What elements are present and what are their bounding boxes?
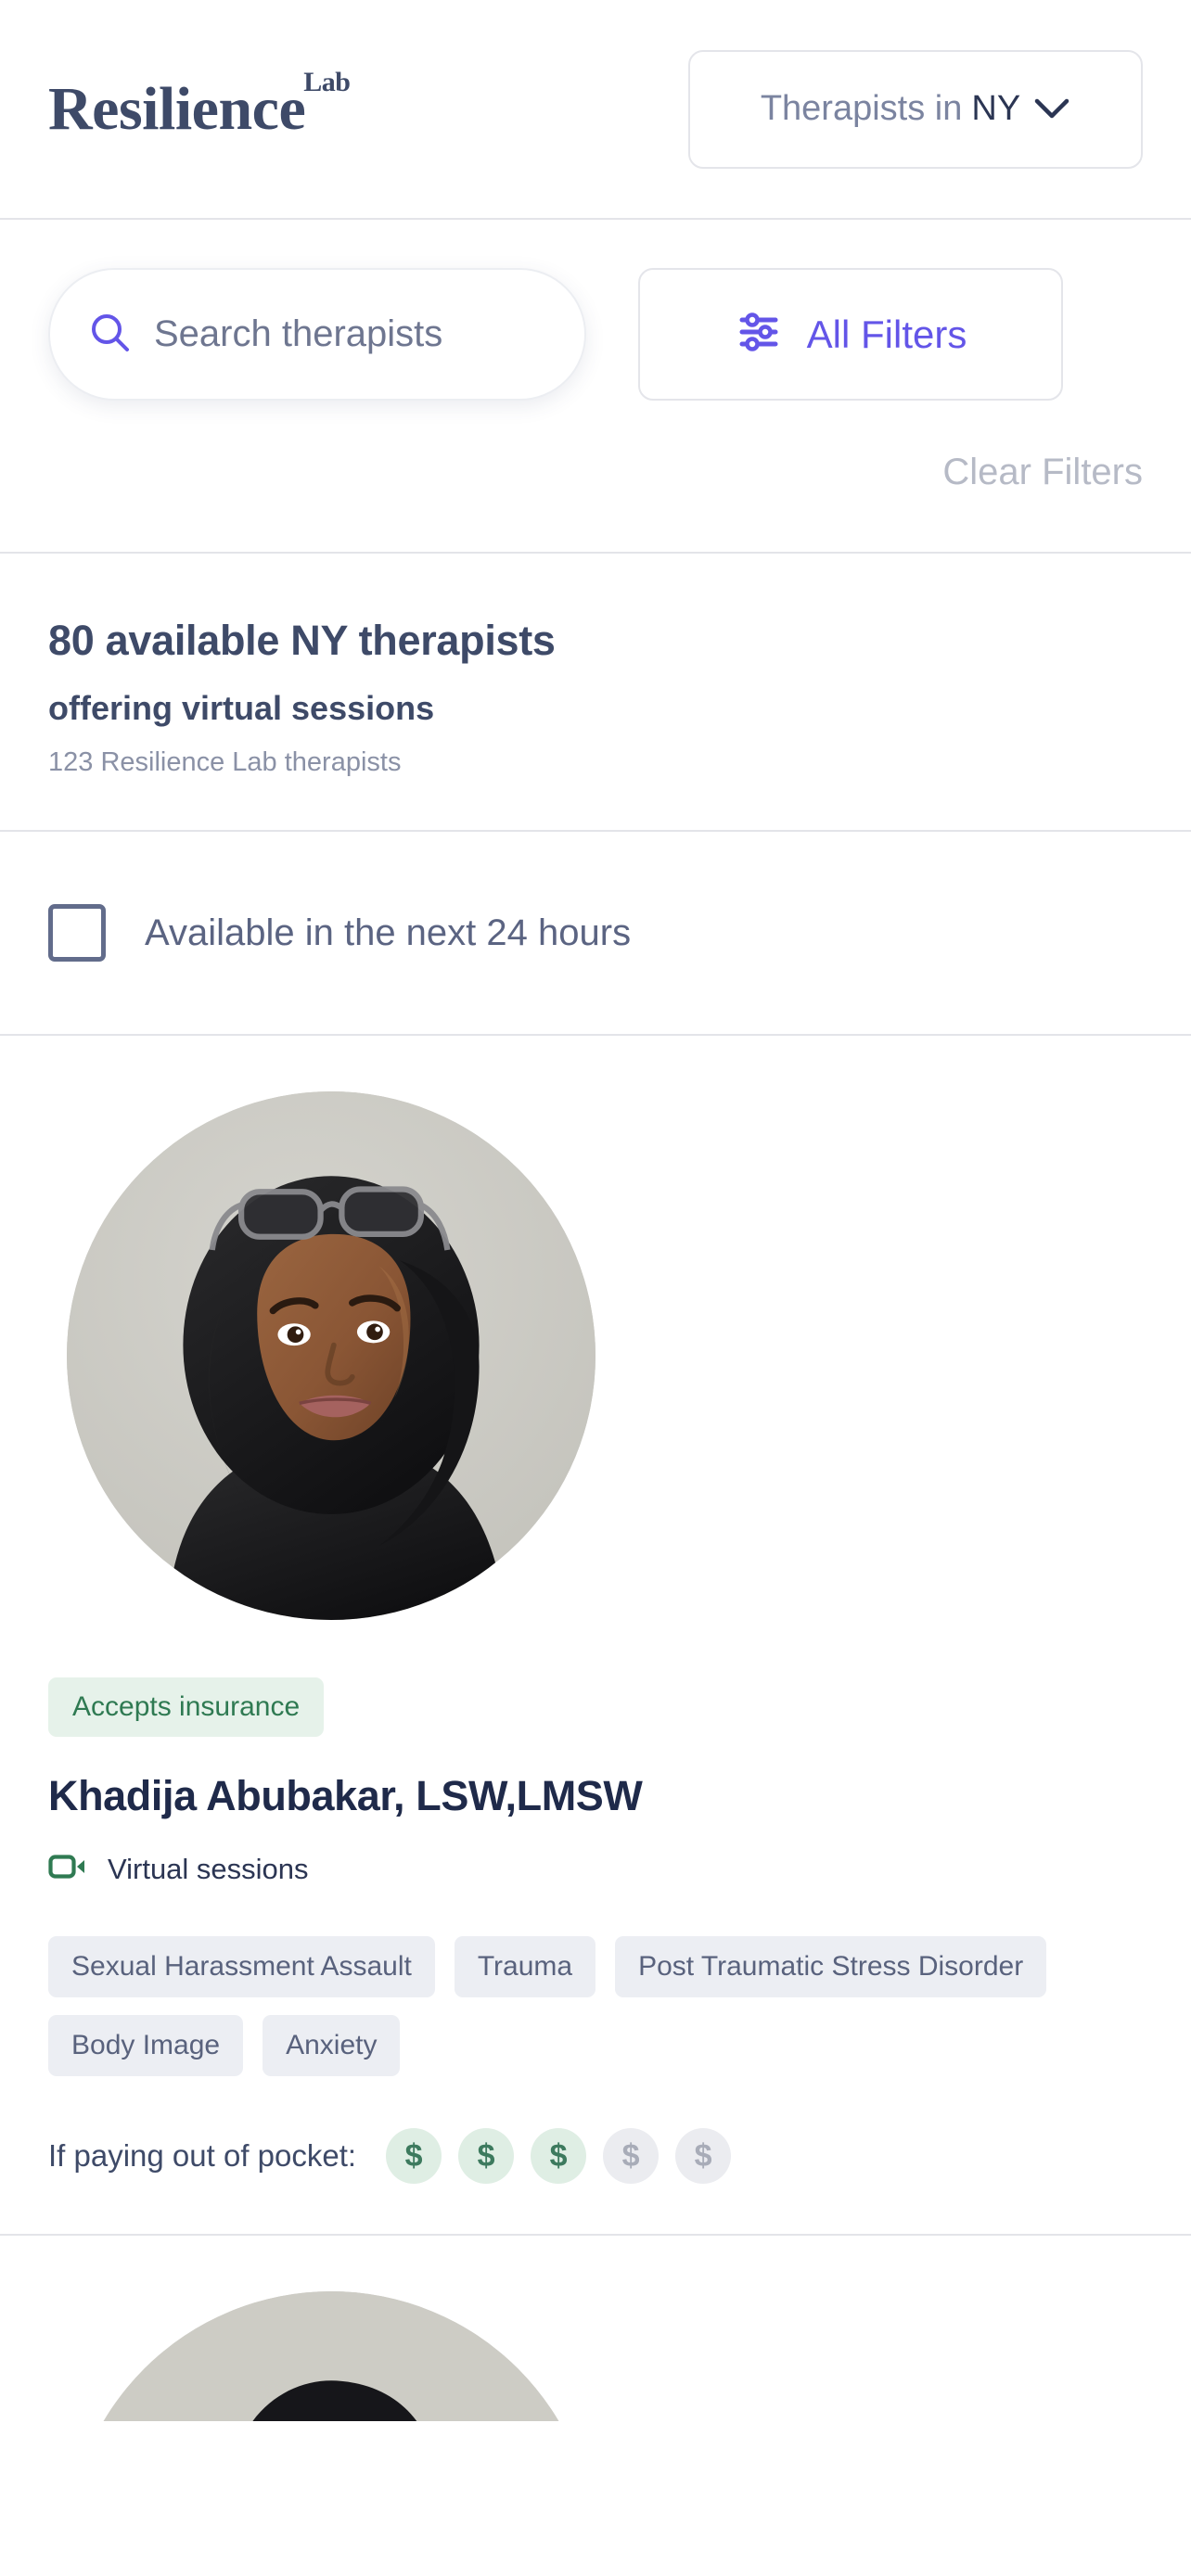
video-camera-icon [48,1852,87,1886]
specialty-tag[interactable]: Post Traumatic Stress Disorder [615,1936,1047,1998]
price-dollar-empty: $ [675,2128,732,2185]
chevron-down-icon [1033,97,1070,121]
locale-state-value: NY [971,89,1021,128]
price-dollar-filled: $ [458,2128,515,2185]
session-type-row: Virtual sessions [48,1852,1143,1886]
price-label: If paying out of pocket: [48,2138,357,2174]
price-dollar-empty: $ [603,2128,660,2185]
app-header: ResilienceLab Therapists in NY [0,0,1191,220]
price-dollar-filled: $ [386,2128,442,2185]
all-filters-button[interactable]: All Filters [638,268,1063,401]
therapist-avatar-next [67,2291,596,2422]
therapist-avatar [67,1091,596,1621]
results-subheading: offering virtual sessions [48,688,435,727]
therapist-card[interactable]: Accepts insurance Khadija Abubakar, LSW,… [0,1036,1191,2237]
availability-checkbox-label: Available in the next 24 hours [145,912,632,953]
specialty-tag[interactable]: Body Image [48,2015,244,2077]
clear-filters-button[interactable]: Clear Filters [942,452,1143,493]
out-of-pocket-price-row: If paying out of pocket: $ $ $ $ $ [48,2128,1143,2185]
insurance-badge: Accepts insurance [48,1677,325,1738]
therapist-name[interactable]: Khadija Abubakar, LSW,LMSW [48,1772,1143,1820]
search-input-placeholder: Search therapists [154,313,443,354]
search-filter-bar: Search therapists All Filters Clear Filt… [0,220,1191,554]
therapist-directory-page: ResilienceLab Therapists in NY Search th… [0,0,1191,2576]
availability-checkbox[interactable] [48,904,106,963]
specialty-tag[interactable]: Sexual Harassment Assault [48,1936,435,1998]
brand-logo[interactable]: ResilienceLab [48,68,352,140]
locale-dropdown[interactable]: Therapists in NY [688,49,1143,169]
locale-prefix-label: Therapists in [760,89,963,128]
availability-filter-row[interactable]: Available in the next 24 hours [0,832,1191,1037]
search-controls-row: Search therapists All Filters [48,268,1143,401]
sliders-icon [735,308,783,361]
brand-logo-name: Resilience [48,74,306,143]
all-filters-label: All Filters [806,312,967,356]
specialty-tag[interactable]: Anxiety [263,2015,401,2077]
search-icon [87,310,132,359]
results-summary: 80 available NY therapists offering virt… [0,554,1191,833]
specialty-tag[interactable]: Trauma [454,1936,596,1998]
search-input[interactable]: Search therapists [48,268,586,401]
results-heading: 80 available NY therapists [48,617,556,664]
specialty-tag-list: Sexual Harassment Assault Trauma Post Tr… [48,1936,1087,2077]
price-dollar-filled: $ [531,2128,587,2185]
therapist-card-next[interactable] [0,2236,1191,2422]
session-type-label: Virtual sessions [108,1852,309,1885]
results-total-note: 123 Resilience Lab therapists [48,747,402,778]
brand-logo-superscript: Lab [303,66,351,97]
